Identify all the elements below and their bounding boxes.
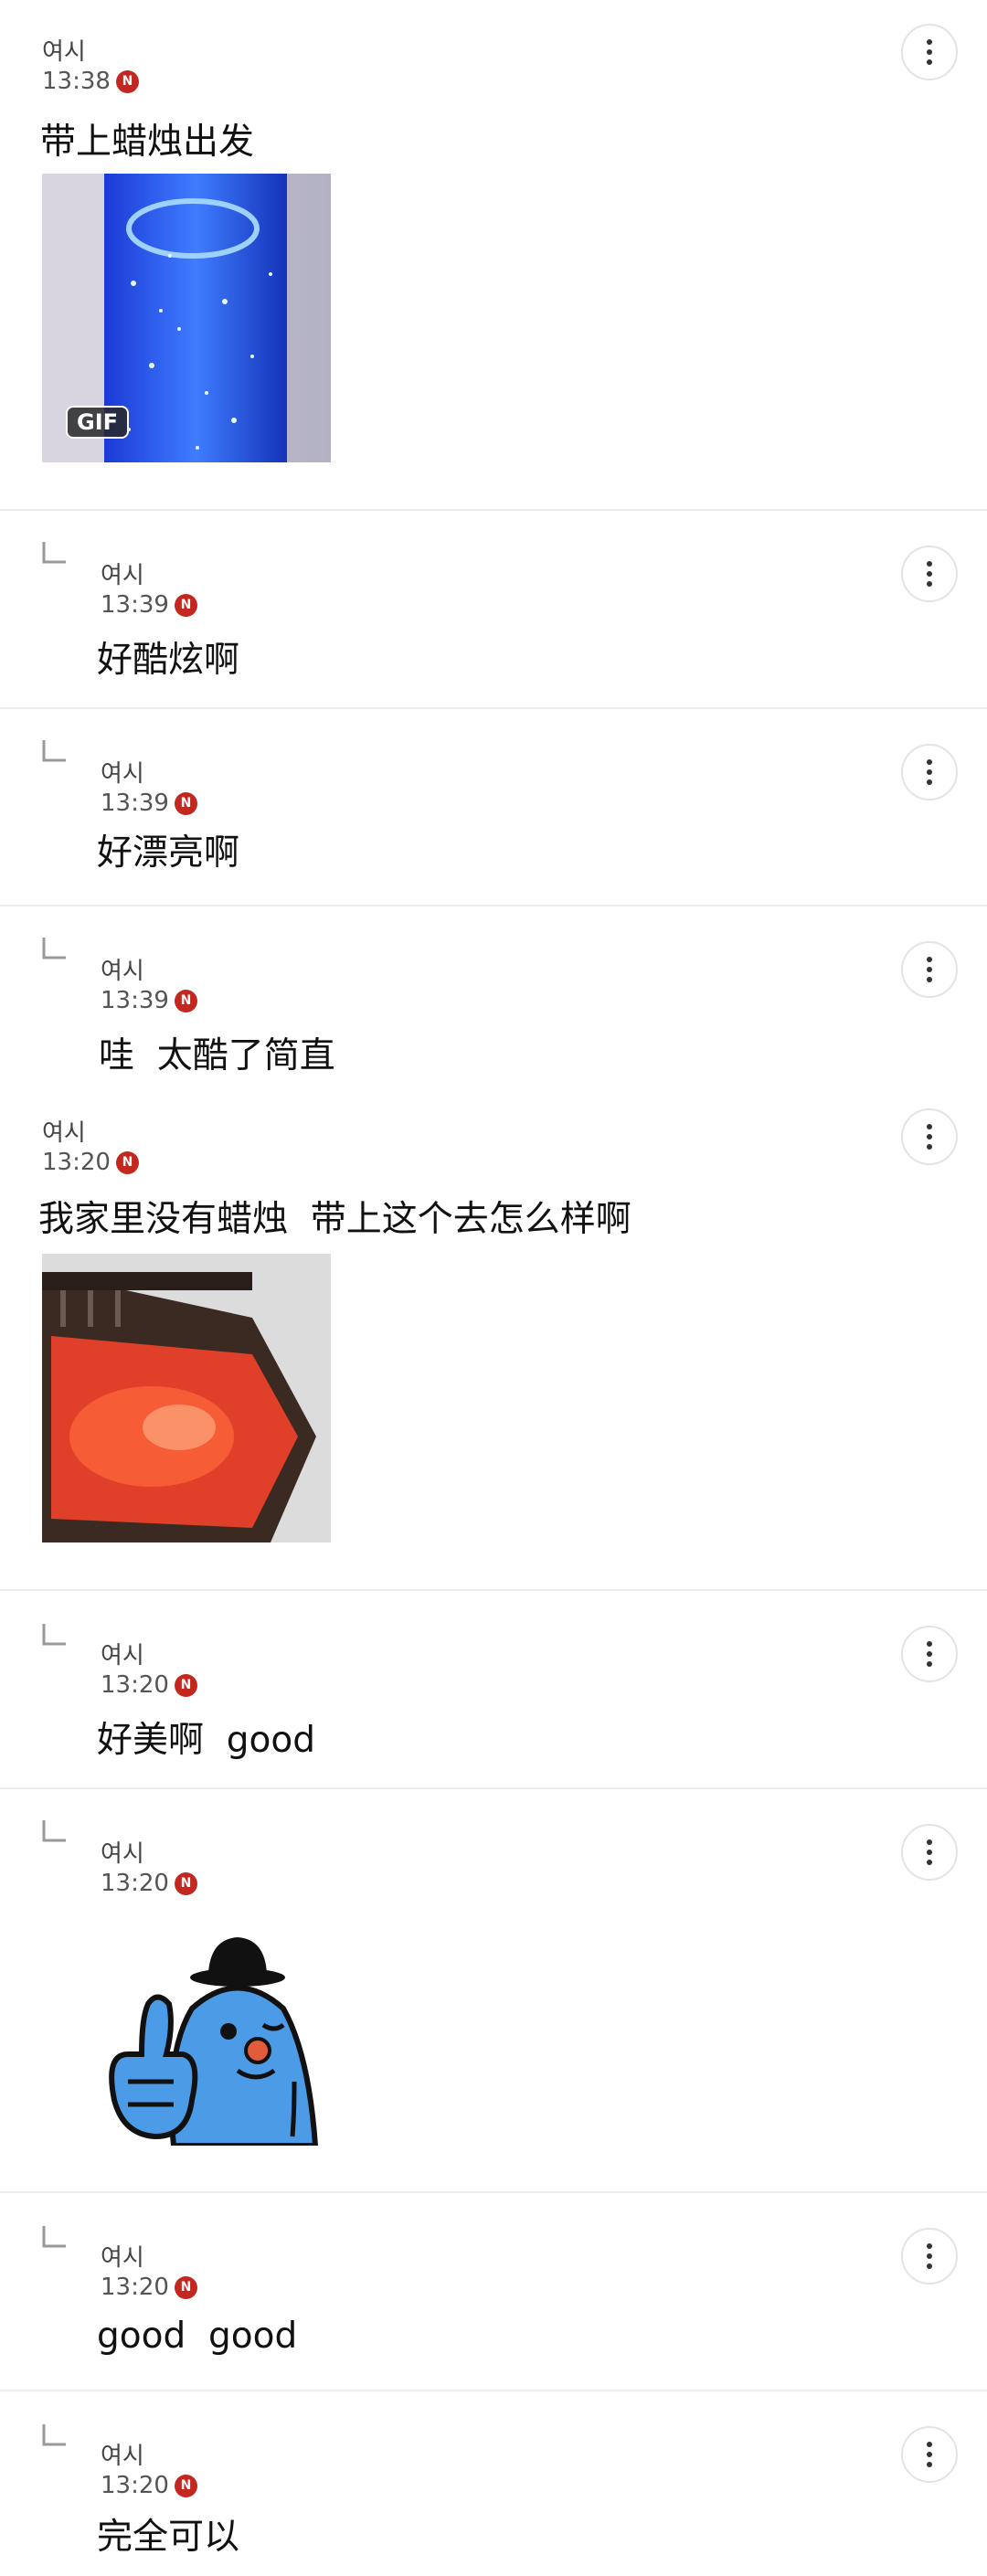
comment-text: good good <box>97 2316 298 2357</box>
reply-arrow-icon <box>42 2226 66 2248</box>
author-name[interactable]: 여시 <box>101 1835 144 1869</box>
divider <box>0 905 987 906</box>
time-text: 13:38 <box>42 68 111 95</box>
more-options-button[interactable] <box>901 24 958 80</box>
more-vertical-icon <box>927 561 932 587</box>
divider <box>0 707 987 709</box>
new-badge-icon: N <box>115 69 139 93</box>
time-text: 13:39 <box>101 790 169 817</box>
author-name[interactable]: 여시 <box>42 33 86 67</box>
more-vertical-icon <box>927 2442 932 2467</box>
new-badge-icon: N <box>174 2474 197 2497</box>
more-vertical-icon <box>927 957 932 982</box>
author-name[interactable]: 여시 <box>101 1637 144 1670</box>
more-vertical-icon <box>927 39 932 65</box>
new-badge-icon: N <box>174 791 197 815</box>
thumbs-up-sticker[interactable] <box>101 1917 338 2146</box>
time-text: 13:20 <box>101 1671 169 1699</box>
timestamp: 13:20 N <box>101 2472 197 2499</box>
reply-arrow-icon <box>42 938 66 959</box>
new-badge-icon: N <box>115 1150 139 1174</box>
reply-arrow-icon <box>42 1624 66 1646</box>
reply-arrow-icon <box>42 1820 66 1842</box>
author-name[interactable]: 여시 <box>101 2239 144 2273</box>
reply-arrow-icon <box>42 2424 66 2446</box>
more-options-button[interactable] <box>901 2228 958 2284</box>
time-text: 13:20 <box>42 1149 111 1176</box>
more-vertical-icon <box>927 1641 932 1667</box>
comment-text: 好美啊 good <box>97 1720 316 1761</box>
more-vertical-icon <box>927 2243 932 2269</box>
timestamp: 13:39 N <box>101 987 197 1014</box>
timestamp: 13:20 N <box>101 2274 197 2301</box>
divider <box>0 2191 987 2193</box>
more-vertical-icon <box>927 1839 932 1865</box>
author-name[interactable]: 여시 <box>101 755 144 789</box>
new-badge-icon: N <box>174 593 197 617</box>
timestamp: 13:20 N <box>42 1149 139 1176</box>
divider <box>0 1787 987 1789</box>
comment-text: 好漂亮啊 <box>97 832 240 874</box>
author-name[interactable]: 여시 <box>42 1114 86 1148</box>
timestamp: 13:39 N <box>101 591 197 619</box>
divider <box>0 2390 987 2391</box>
comment-text: 好酷炫啊 <box>97 640 240 681</box>
more-vertical-icon <box>927 759 932 785</box>
timestamp: 13:20 N <box>101 1870 197 1897</box>
comment-text: 完全可以 <box>97 2517 240 2558</box>
author-name[interactable]: 여시 <box>101 952 144 986</box>
timestamp: 13:38 N <box>42 68 139 95</box>
more-options-button[interactable] <box>901 941 958 998</box>
reply-arrow-icon <box>42 542 66 564</box>
reply-arrow-icon <box>42 740 66 762</box>
time-text: 13:20 <box>101 2274 169 2301</box>
time-text: 13:39 <box>101 591 169 619</box>
author-name[interactable]: 여시 <box>101 2437 144 2471</box>
divider <box>0 1589 987 1591</box>
author-name[interactable]: 여시 <box>101 557 144 590</box>
comment-text: 我家里没有蜡烛 带上这个去怎么样啊 <box>38 1199 631 1240</box>
more-options-button[interactable] <box>901 2426 958 2483</box>
gif-badge: GIF <box>66 406 130 439</box>
more-vertical-icon <box>927 1124 932 1150</box>
more-options-button[interactable] <box>901 744 958 800</box>
timestamp: 13:20 N <box>101 1671 197 1699</box>
comment-text: 带上蜡烛出发 <box>40 122 255 163</box>
more-options-button[interactable] <box>901 1108 958 1165</box>
time-text: 13:20 <box>101 2472 169 2499</box>
comment-thread: 여시 13:38 N 带上蜡烛出发 GIF 여시 13:39 N 好酷炫啊 여시… <box>0 0 987 2576</box>
comment-gif-image[interactable]: GIF <box>42 174 331 462</box>
more-options-button[interactable] <box>901 1824 958 1881</box>
more-options-button[interactable] <box>901 1626 958 1682</box>
comment-image[interactable] <box>42 1254 331 1542</box>
new-badge-icon: N <box>174 989 197 1012</box>
new-badge-icon: N <box>174 2275 197 2299</box>
comment-text: 哇 太酷了简直 <box>99 1035 335 1076</box>
new-badge-icon: N <box>174 1871 197 1895</box>
timestamp: 13:39 N <box>101 790 197 817</box>
lantern-photo-graphic <box>42 1254 331 1542</box>
time-text: 13:20 <box>101 1870 169 1897</box>
more-options-button[interactable] <box>901 546 958 602</box>
divider <box>0 509 987 511</box>
new-badge-icon: N <box>174 1673 197 1697</box>
time-text: 13:39 <box>101 987 169 1014</box>
